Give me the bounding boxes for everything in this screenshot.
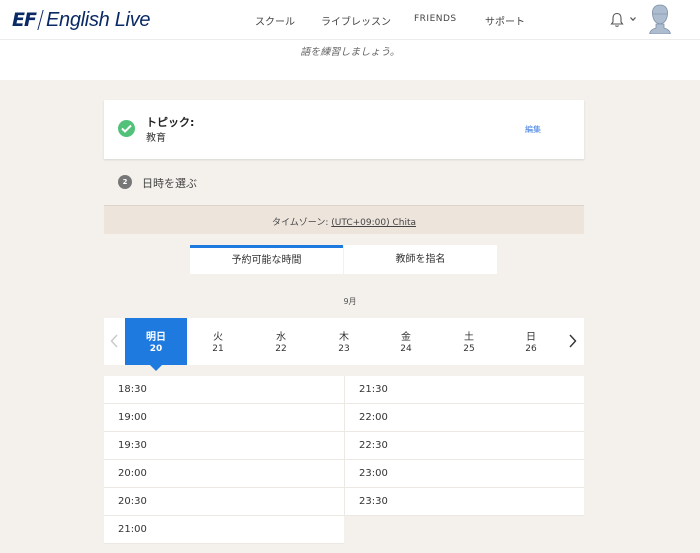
time-slot[interactable]: 19:00 bbox=[104, 404, 344, 432]
nav-item-support[interactable]: サポート bbox=[485, 13, 525, 28]
tab-choose-teacher[interactable]: 教師を指名 bbox=[344, 245, 497, 274]
ef-english-live-logo[interactable]: EF English Live bbox=[12, 8, 151, 32]
time-slot-label: 20:00 bbox=[118, 468, 147, 479]
time-slot-label: 20:30 bbox=[118, 496, 147, 507]
bell-icon[interactable] bbox=[610, 12, 624, 28]
day-option[interactable]: 土 25 bbox=[438, 318, 500, 365]
chevron-left-icon[interactable] bbox=[110, 334, 118, 348]
day-option[interactable]: 明日 20 bbox=[125, 318, 187, 365]
topic-value: 教育 bbox=[146, 133, 166, 144]
nav-item-friends[interactable]: FRIENDS bbox=[414, 14, 457, 24]
step-title: 日時を選ぶ bbox=[142, 177, 197, 190]
day-name: 木 bbox=[339, 332, 349, 343]
day-number: 22 bbox=[275, 344, 287, 354]
time-slot[interactable]: 18:30 bbox=[104, 376, 344, 404]
day-name: 火 bbox=[213, 332, 223, 343]
time-slot-label: 19:30 bbox=[118, 440, 147, 451]
time-slot[interactable]: 22:00 bbox=[344, 404, 584, 432]
day-option[interactable]: 木 23 bbox=[313, 318, 375, 365]
time-slot-label: 21:30 bbox=[359, 384, 388, 395]
time-slot[interactable]: 20:00 bbox=[104, 460, 344, 488]
day-number: 21 bbox=[212, 344, 224, 354]
day-option[interactable]: 火 21 bbox=[187, 318, 249, 365]
topic-card: トピック: 教育 編集 bbox=[104, 100, 584, 159]
time-slot[interactable]: 23:00 bbox=[344, 460, 584, 488]
logo-text: English Live bbox=[45, 8, 151, 31]
time-slot-label: 22:30 bbox=[359, 440, 388, 451]
top-header: EF English Live スクール ライブレッスン FRIENDS サポー… bbox=[0, 0, 700, 40]
day-option[interactable]: 金 24 bbox=[375, 318, 437, 365]
timezone-link[interactable]: (UTC+09:00) Chita bbox=[331, 218, 416, 228]
month-label: 9月 bbox=[343, 297, 357, 306]
day-name: 明日 bbox=[146, 332, 166, 343]
intro-strip: 語を練習しましょう。 bbox=[0, 40, 700, 80]
chevron-right-icon[interactable] bbox=[569, 334, 577, 348]
day-number: 20 bbox=[149, 344, 163, 354]
topic-label: トピック: bbox=[146, 116, 195, 129]
day-name: 土 bbox=[464, 332, 474, 343]
day-name: 水 bbox=[276, 332, 286, 343]
time-slot[interactable]: 22:30 bbox=[344, 432, 584, 460]
time-slot-label: 18:30 bbox=[118, 384, 147, 395]
timezone-prefix: タイムゾーン: bbox=[271, 218, 332, 228]
intro-text: 語を練習しましょう。 bbox=[300, 47, 400, 58]
logo-mark: EF bbox=[12, 9, 37, 31]
day-number: 25 bbox=[463, 344, 475, 354]
time-slot[interactable]: 19:30 bbox=[104, 432, 344, 460]
tab-available-times[interactable]: 予約可能な時間 bbox=[190, 245, 343, 274]
timezone-bar: タイムゾーン: (UTC+09:00) Chita bbox=[104, 205, 584, 234]
day-name: 金 bbox=[401, 332, 411, 343]
day-number: 26 bbox=[525, 344, 537, 354]
day-number: 24 bbox=[400, 344, 412, 354]
time-slot[interactable]: 21:30 bbox=[344, 376, 584, 404]
nav-item-live-lessons[interactable]: ライブレッスン bbox=[321, 13, 391, 28]
date-picker: 明日 20 火 21 水 22 木 23 金 24 土 25 日 26 bbox=[104, 318, 584, 365]
logo-divider bbox=[37, 10, 44, 30]
time-slot-label: 22:00 bbox=[359, 412, 388, 423]
selected-day-caret bbox=[150, 365, 162, 371]
time-slot[interactable]: 23:30 bbox=[344, 488, 584, 516]
time-slot[interactable]: 21:00 bbox=[104, 516, 344, 544]
time-slot-label: 21:00 bbox=[118, 524, 147, 535]
day-option[interactable]: 水 22 bbox=[250, 318, 312, 365]
check-circle-icon bbox=[118, 120, 135, 137]
time-slot-label: 23:00 bbox=[359, 468, 388, 479]
time-slot[interactable]: 20:30 bbox=[104, 488, 344, 516]
day-option[interactable]: 日 26 bbox=[500, 318, 562, 365]
edit-topic-link[interactable]: 編集 bbox=[525, 124, 541, 135]
nav-item-school[interactable]: スクール bbox=[255, 13, 295, 28]
time-slot-label: 23:30 bbox=[359, 496, 388, 507]
day-number: 23 bbox=[338, 344, 350, 354]
step-number-badge: 2 bbox=[118, 175, 132, 189]
avatar[interactable] bbox=[649, 4, 671, 34]
day-name: 日 bbox=[526, 332, 536, 343]
chevron-down-icon[interactable] bbox=[630, 16, 636, 22]
timezone-text: タイムゾーン: (UTC+09:00) Chita bbox=[104, 215, 584, 228]
time-slot-label: 19:00 bbox=[118, 412, 147, 423]
